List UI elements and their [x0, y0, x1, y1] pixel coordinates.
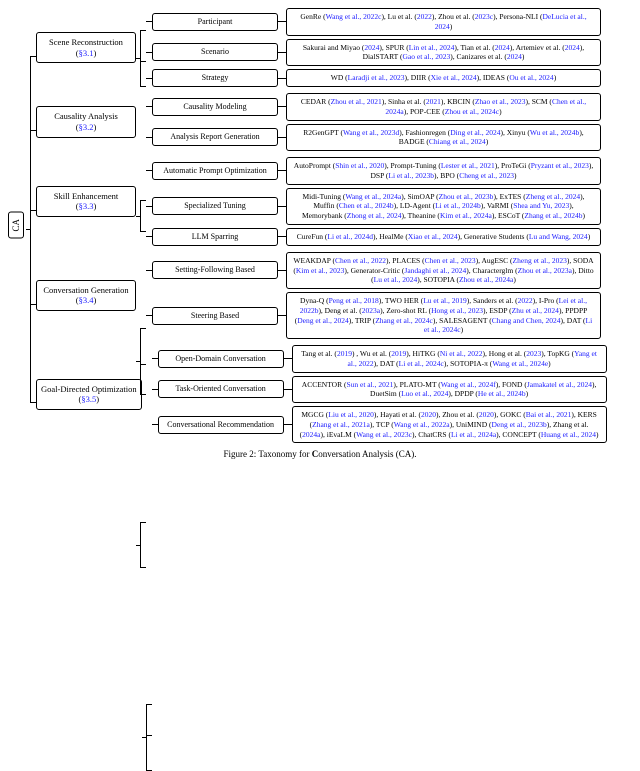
subtopic-node: Analysis Report Generation [152, 128, 278, 146]
subtopic-node: Automatic Prompt Optimization [152, 162, 278, 180]
references-node: Sakurai and Miyao (2024), SPUR (Lin et a… [286, 39, 601, 67]
taxonomy-tree: CA Scene Reconstruction(§3.1) Participant… [8, 8, 632, 443]
subtopic-row: LLM Sparring CureFun (Li et al., 2024d), … [146, 228, 601, 246]
references-node: MGCG (Liu et al., 2020), Hayati et al. (… [292, 406, 607, 443]
subtopic-row: Specialized Tuning Midi-Tuning (Wang et a… [146, 188, 601, 225]
category-block: Scene Reconstruction(§3.1) Participant Gen… [36, 8, 607, 87]
references-node: AutoPrompt (Shin et al., 2020), Prompt-T… [286, 157, 601, 185]
subtopic-column: Open-Domain Conversation Tang et al. (201… [152, 345, 607, 443]
references-node: CureFun (Li et al., 2024d), HealMe (Xiao… [286, 228, 601, 246]
category-node: Goal-Directed Optimization(§3.5) [36, 379, 142, 410]
figure-caption: Figure 2: Taxonomy for Conversation Anal… [8, 449, 632, 459]
subtopic-node: Specialized Tuning [152, 197, 278, 215]
category-node: Causality Analysis(§3.2) [36, 106, 136, 137]
category-bracket [136, 93, 146, 151]
subtopic-row: Causality Modeling CEDAR (Zhou et al., 20… [146, 93, 601, 121]
references-node: Midi-Tuning (Wang et al., 2024a), SimOAP… [286, 188, 601, 225]
subtopic-row: Automatic Prompt Optimization AutoPrompt … [146, 157, 601, 185]
references-node: Tang et al. (2019) , Wu et al. (2019), H… [292, 345, 607, 373]
subtopic-node: Task-Oriented Conversation [158, 380, 284, 398]
subtopic-row: Task-Oriented Conversation ACCENTOR (Sun … [152, 376, 607, 404]
root-bracket [26, 8, 36, 443]
subtopic-row: Scenario Sakurai and Miyao (2024), SPUR (… [146, 39, 601, 67]
category-node: Conversation Generation(§3.4) [36, 280, 136, 311]
caption-prefix: Figure 2: Taxonomy for [224, 449, 312, 459]
subtopic-column: Participant GenRe (Wang et al., 2022c), L… [146, 8, 601, 87]
category-block: Causality Analysis(§3.2) Causality Modeli… [36, 93, 607, 151]
subtopic-node: Scenario [152, 43, 278, 61]
subtopic-node: Setting-Following Based [152, 261, 278, 279]
category-bracket [136, 252, 146, 339]
category-node: Skill Enhancement(§3.3) [36, 186, 136, 217]
references-node: WD (Laradji et al., 2023), DIIR (Xie et … [286, 69, 601, 87]
references-node: GenRe (Wang et al., 2022c), Lu et al. (2… [286, 8, 601, 36]
references-node: R2GenGPT (Wang et al., 2023d), Fashionre… [286, 124, 601, 152]
subtopic-column: Setting-Following Based WEAKDAP (Chen et … [146, 252, 601, 339]
subtopic-node: Strategy [152, 69, 278, 87]
subtopic-column: Causality Modeling CEDAR (Zhou et al., 20… [146, 93, 601, 151]
subtopic-node: Steering Based [152, 307, 278, 325]
subtopic-node: Causality Modeling [152, 98, 278, 116]
subtopic-node: LLM Sparring [152, 228, 278, 246]
references-node: CEDAR (Zhou et al., 2021), Sinha et al. … [286, 93, 601, 121]
subtopic-row: Conversational Recommendation MGCG (Liu e… [152, 406, 607, 443]
references-node: WEAKDAP (Chen et al., 2022), PLACES (Che… [286, 252, 601, 289]
category-block: Goal-Directed Optimization(§3.5) Open-Dom… [36, 345, 607, 443]
subtopic-row: Strategy WD (Laradji et al., 2023), DIIR … [146, 69, 601, 87]
caption-rest: onversation Analysis (CA). [318, 449, 416, 459]
category-bracket [136, 8, 146, 87]
references-node: ACCENTOR (Sun et al., 2021), PLATO-MT (W… [292, 376, 607, 404]
category-block: Skill Enhancement(§3.3) Automatic Prompt … [36, 157, 607, 246]
subtopic-row: Analysis Report Generation R2GenGPT (Wang… [146, 124, 601, 152]
root-node: CA [8, 212, 24, 239]
subtopic-row: Participant GenRe (Wang et al., 2022c), L… [146, 8, 601, 36]
category-block: Conversation Generation(§3.4) Setting-Fol… [36, 252, 607, 339]
category-node: Scene Reconstruction(§3.1) [36, 32, 136, 63]
subtopic-node: Open-Domain Conversation [158, 350, 284, 368]
subtopic-node: Participant [152, 13, 278, 31]
subtopic-row: Steering Based Dyna-Q (Peng et al., 2018)… [146, 292, 601, 339]
category-bracket [136, 157, 146, 246]
category-bracket [142, 345, 152, 443]
subtopic-row: Open-Domain Conversation Tang et al. (201… [152, 345, 607, 373]
subtopic-column: Automatic Prompt Optimization AutoPrompt … [146, 157, 601, 246]
categories-column: Scene Reconstruction(§3.1) Participant Gen… [36, 8, 607, 443]
subtopic-row: Setting-Following Based WEAKDAP (Chen et … [146, 252, 601, 289]
subtopic-node: Conversational Recommendation [158, 416, 284, 434]
references-node: Dyna-Q (Peng et al., 2018), TWO HER (Lu … [286, 292, 601, 339]
